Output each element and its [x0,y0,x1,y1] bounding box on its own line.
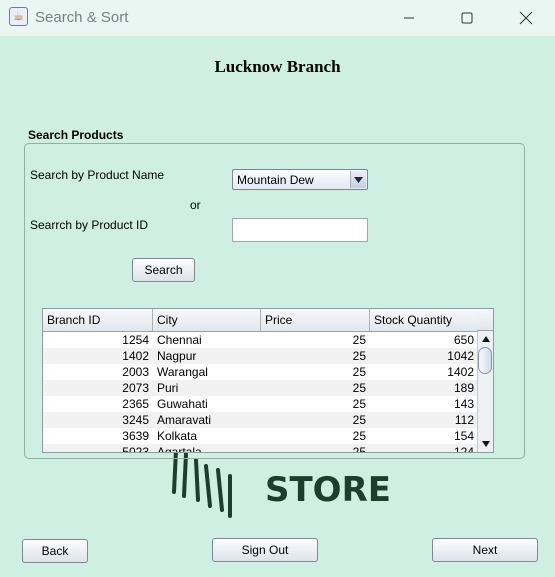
table-cell: 2073 [122,381,149,395]
scrollbar-thumb[interactable] [478,347,492,374]
table-cell: Chennai [157,333,202,347]
column-header-city[interactable]: City [153,309,261,331]
table-header-corner [477,309,493,331]
search-section-label: Search Products [28,128,124,142]
window-title: Search & Sort [35,9,129,26]
next-button[interactable]: Next [432,538,538,562]
table-row[interactable]: 3245 Amaravati 25 112 [43,412,478,428]
dropdown-arrow-icon[interactable] [350,171,366,188]
close-icon [519,11,533,25]
table-cell: Guwahati [157,397,208,411]
table-row[interactable]: 2365 Guwahati 25 143 [43,396,478,412]
app-window: ☕ Search & Sort Lucknow Branch STORE Sea… [0,0,555,577]
table-row[interactable]: 3639 Kolkata 25 154 [43,428,478,444]
search-by-name-label: Search by Product Name [30,168,165,182]
table-cell: 1042 [447,349,474,363]
minimize-icon [404,17,414,19]
table-cell: Warangal [157,365,208,379]
title-bar[interactable]: ☕ Search & Sort [0,0,555,36]
vertical-scrollbar[interactable] [477,331,493,452]
table-cell: 650 [453,333,474,347]
table-header: Branch ID City Price Stock Quantity [43,309,478,332]
table-cell: Amaravati [157,413,212,427]
table-cell: Agartala [157,445,202,453]
table-cell: Puri [157,381,179,395]
product-id-input[interactable] [232,218,368,242]
table-cell: 1402 [122,349,149,363]
table-cell: 25 [352,445,366,453]
table-cell: 25 [352,429,366,443]
table-row[interactable]: 1402 Nagpur 25 1042 [43,348,478,364]
close-button[interactable] [497,0,555,36]
scroll-up-arrow-icon[interactable] [478,331,493,347]
table-row[interactable]: 2003 Warangal 25 1402 [43,364,478,380]
table-cell: Kolkata [157,429,198,443]
table-cell: 2365 [122,397,149,411]
table-cell: 3245 [122,413,149,427]
search-button[interactable]: Search [132,258,195,282]
table-cell: 124 [453,445,474,453]
table-cell: 143 [453,397,474,411]
maximize-icon [461,12,473,24]
table-cell: 25 [352,333,366,347]
table-cell: 5023 [122,445,149,453]
table-cell: 25 [352,365,366,379]
column-header-price[interactable]: Price [261,309,370,331]
java-app-icon: ☕ [9,7,28,26]
table-row[interactable]: 5023 Agartala 25 124 [43,444,478,453]
back-button[interactable]: Back [22,539,88,563]
product-name-select-value: Mountain Dew [237,173,314,187]
table-cell: 112 [454,413,474,427]
table-cell: 3639 [122,429,149,443]
table-row[interactable]: 1254 Chennai 25 650 [43,332,478,348]
table-cell: 154 [453,429,474,443]
scroll-down-arrow-icon[interactable] [478,436,493,452]
table-body: 1254 Chennai 25 650 1402 Nagpur 25 1042 2003 Wara… [43,332,478,453]
maximize-button[interactable] [438,0,496,36]
minimize-button[interactable] [380,0,438,36]
branch-title: Lucknow Branch [214,57,341,76]
table-cell: Nagpur [157,349,197,363]
table-cell: 1402 [447,365,474,379]
table-cell: 2003 [122,365,149,379]
table-cell: 25 [352,397,366,411]
table-cell: 1254 [122,333,149,347]
table-row[interactable]: 2073 Puri 25 189 [43,380,478,396]
results-table[interactable]: Branch ID City Price Stock Quantity 1254… [42,308,494,453]
logo-store-text: STORE [265,470,391,510]
table-cell: 25 [352,349,366,363]
or-label: or [190,198,201,212]
column-header-stock-quantity[interactable]: Stock Quantity [370,309,478,331]
product-name-select[interactable]: Mountain Dew [232,169,368,190]
sign-out-button[interactable]: Sign Out [212,538,318,562]
table-cell: 25 [352,381,366,395]
table-cell: 189 [453,381,474,395]
column-header-branch-id[interactable]: Branch ID [43,309,153,331]
table-cell: 25 [352,413,366,427]
search-by-id-label: Searrch by Product ID [30,218,149,232]
